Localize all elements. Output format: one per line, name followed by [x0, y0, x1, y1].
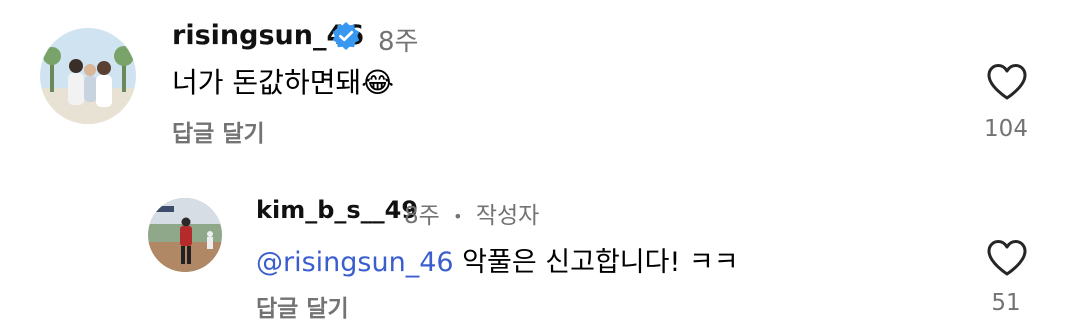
comment-text: 너가 돈값하면돼😂	[172, 61, 394, 101]
like-count: 51	[991, 290, 1021, 316]
comment-meta: 8주 • 작성자	[404, 196, 539, 230]
reply-button[interactable]: 답글 달기	[256, 289, 349, 323]
emoji-tears-of-joy: 😂	[361, 66, 394, 99]
comment-time: 8주	[378, 27, 419, 57]
author-tag: 작성자	[475, 203, 540, 229]
avatar-image	[148, 198, 222, 272]
comment-text-content: 너가 돈값하면돼	[172, 66, 362, 99]
meta-separator: •	[453, 207, 463, 226]
comment-time: 8주	[404, 203, 440, 229]
heart-icon[interactable]	[986, 239, 1028, 277]
reply-button[interactable]: 답글 달기	[172, 114, 265, 148]
verified-badge-icon	[332, 22, 360, 50]
avatar[interactable]	[40, 28, 136, 124]
avatar[interactable]	[148, 198, 222, 272]
comment-text: @risingsun_46 악풀은 신고합니다! ㅋㅋ	[256, 240, 739, 279]
comment-text-content: 악풀은 신고합니다! ㅋㅋ	[462, 247, 739, 278]
like-count: 104	[984, 116, 1028, 142]
mention-link[interactable]: @risingsun_46	[256, 247, 454, 278]
heart-icon[interactable]	[986, 63, 1028, 101]
comment-username[interactable]: kim_b_s__49	[256, 196, 418, 224]
avatar-image	[40, 28, 136, 124]
